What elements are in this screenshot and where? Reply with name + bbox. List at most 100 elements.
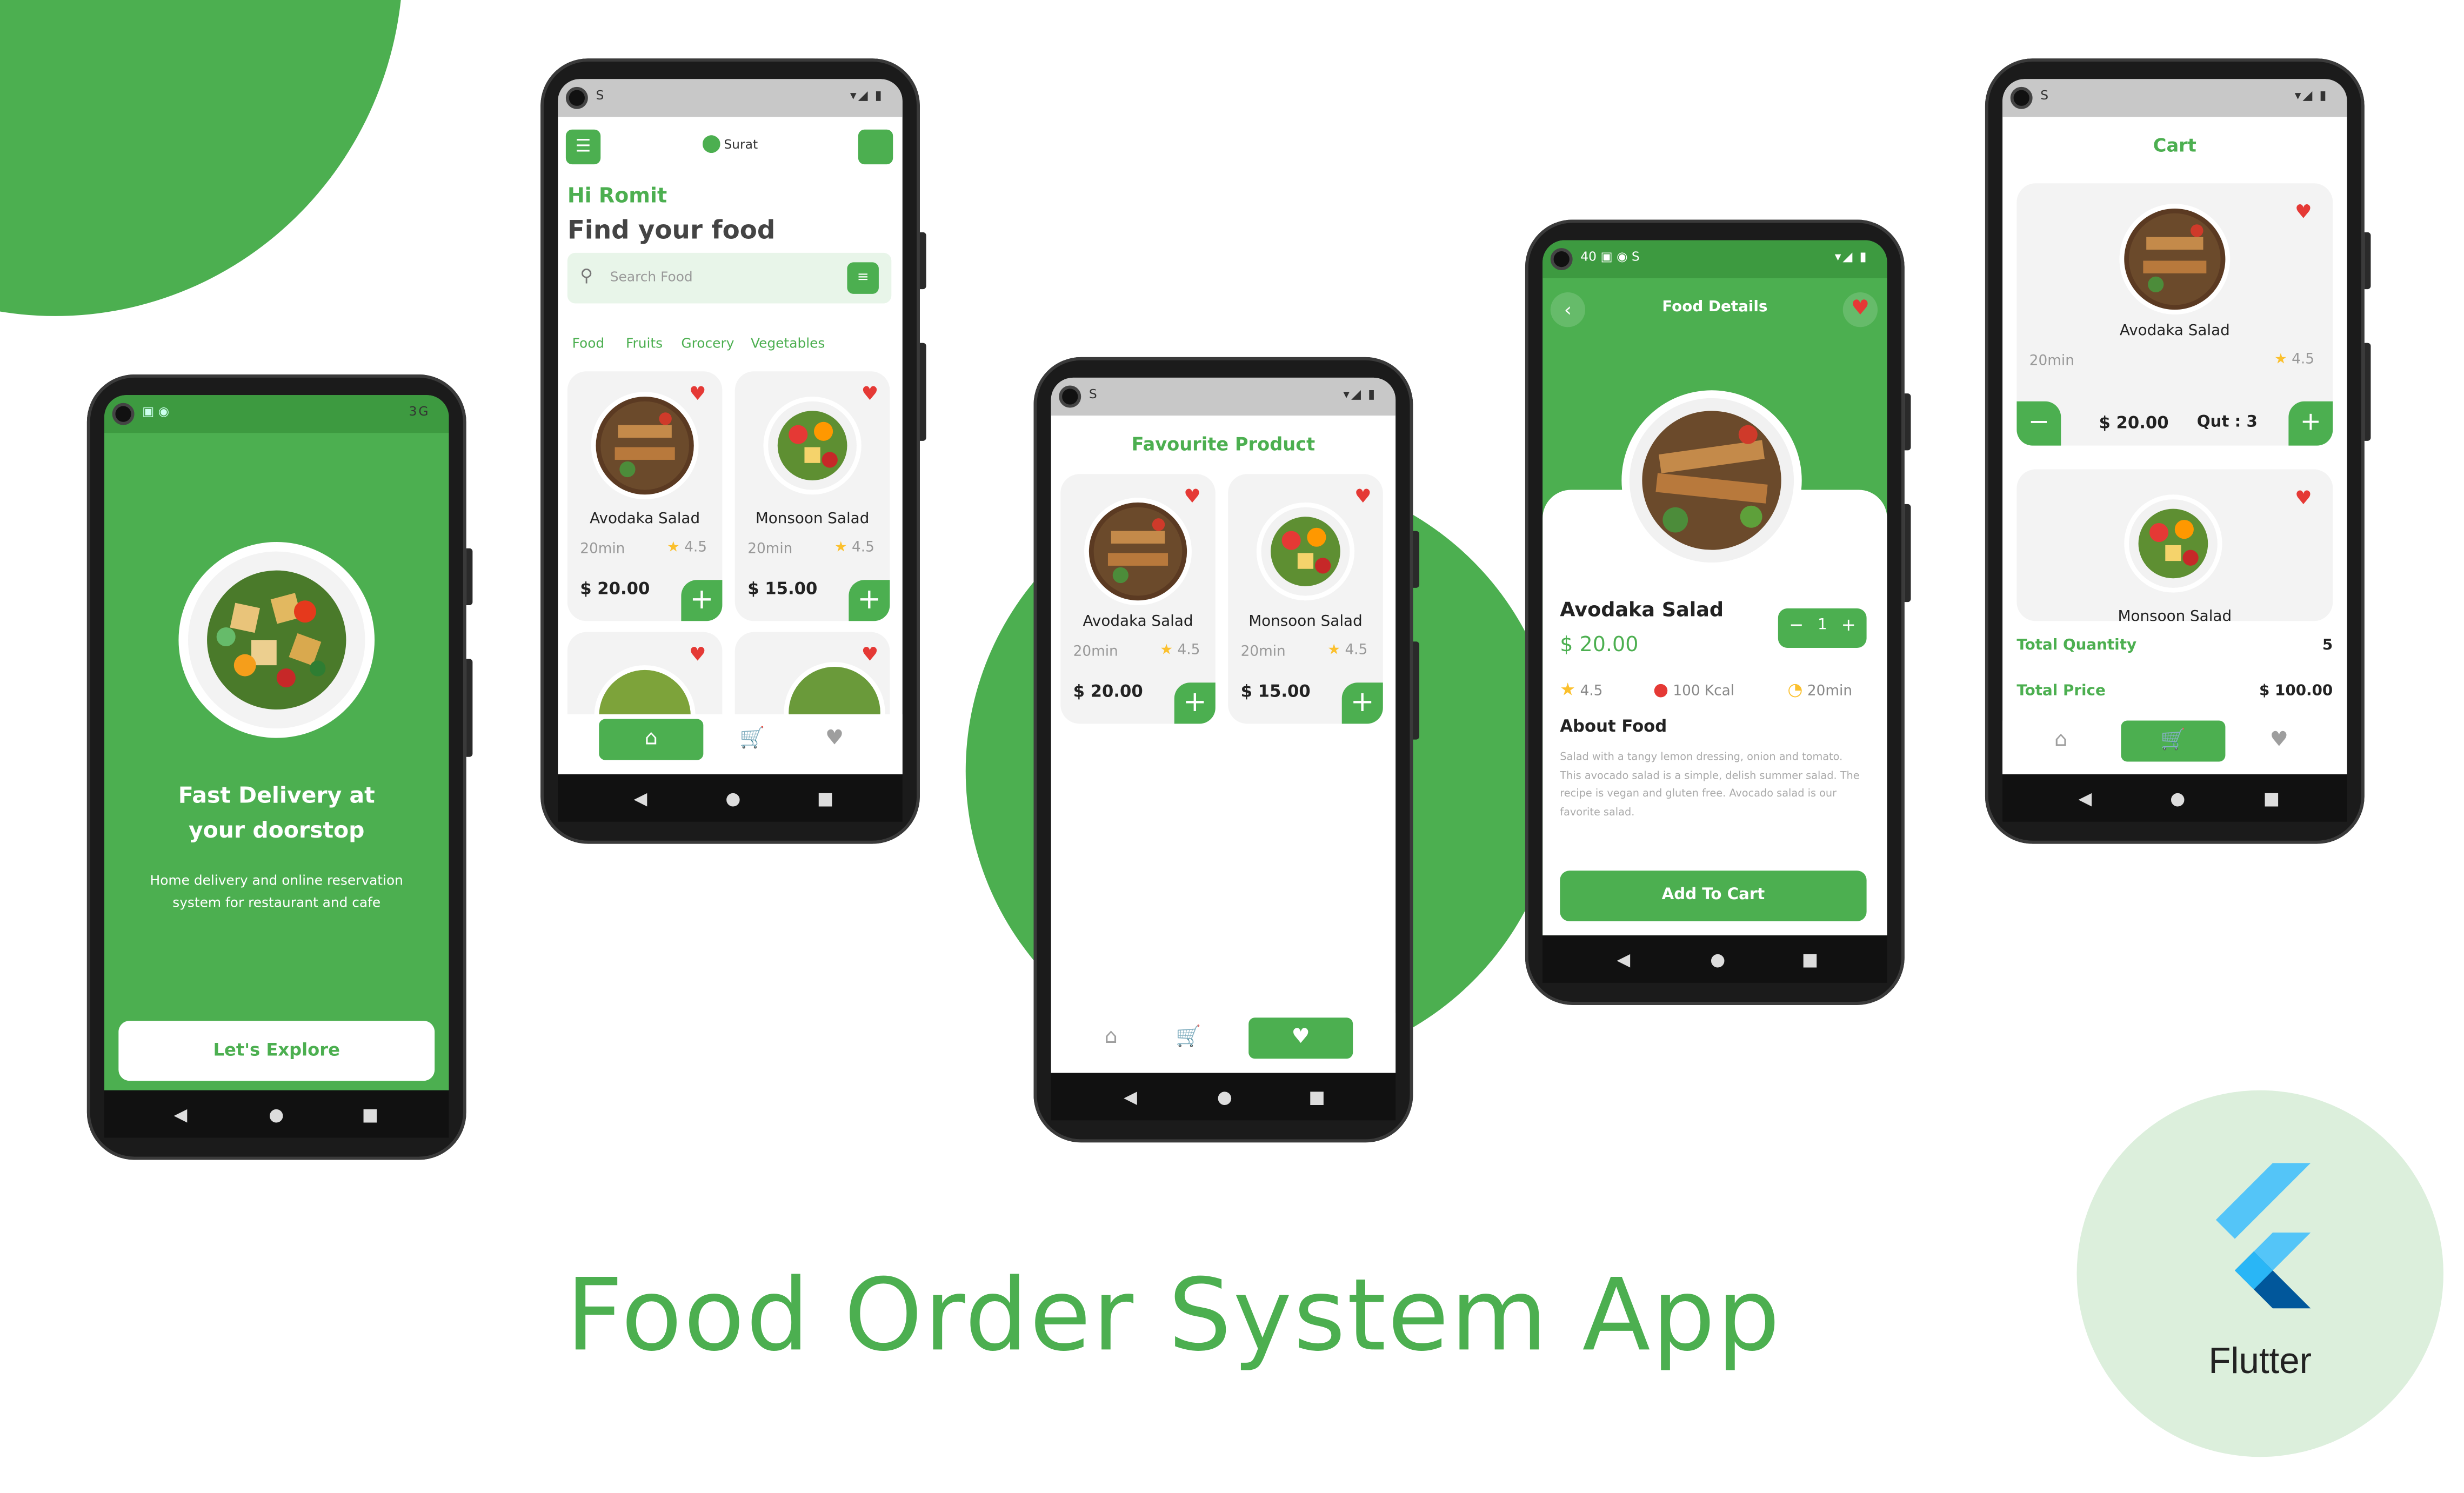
search-bar[interactable]: ⚲ Search Food ≡ bbox=[567, 252, 892, 304]
nav-tab-favourite-icon[interactable]: ♥ bbox=[811, 719, 858, 760]
category-tab-vegetables[interactable]: Vegetables bbox=[751, 337, 825, 352]
nav-tab-favourite-icon[interactable]: ♥ bbox=[1248, 1017, 1353, 1059]
food-image bbox=[2124, 209, 2226, 310]
nav-recent-icon[interactable]: ■ bbox=[2263, 788, 2280, 809]
food-image bbox=[1089, 502, 1187, 601]
food-time: 20min bbox=[1073, 645, 1118, 661]
nav-tab-cart-icon[interactable]: 🛒 bbox=[2121, 720, 2226, 762]
nav-home-icon[interactable]: ● bbox=[725, 788, 740, 809]
nav-back-icon[interactable]: ◀ bbox=[174, 1104, 188, 1125]
quantity-stepper[interactable]: − 1 + bbox=[1778, 608, 1867, 648]
food-rating: ★ 4.5 bbox=[1160, 643, 1200, 659]
flutter-logo-icon bbox=[2215, 1163, 2311, 1309]
favourite-heart-icon[interactable]: ♥ bbox=[1184, 487, 1200, 506]
increase-qty-button[interactable]: + bbox=[1841, 615, 1856, 635]
favourite-heart-icon[interactable]: ♥ bbox=[1354, 487, 1371, 506]
favourite-heart-icon[interactable]: ♥ bbox=[862, 645, 878, 664]
total-price-value: $ 100.00 bbox=[2259, 682, 2333, 700]
details-favourite-button[interactable]: ♥ bbox=[1842, 292, 1878, 327]
nav-tab-home-icon[interactable]: ⌂ bbox=[2037, 720, 2085, 761]
cart-item-name: Monsoon Salad bbox=[2118, 608, 2232, 621]
add-to-cart-button[interactable]: Add To Cart bbox=[1560, 871, 1867, 921]
food-image bbox=[763, 396, 862, 495]
food-card[interactable]: ♥ Monsoon Salad 20min ★ 4.5 $ 15.00 + bbox=[734, 371, 890, 621]
nav-home-icon[interactable]: ● bbox=[2170, 788, 2185, 809]
splash-sub-line1: Home delivery and online reservation bbox=[150, 874, 403, 890]
star-icon: ★ bbox=[1327, 643, 1341, 659]
cart-item-card[interactable]: ♥ Monsoon Salad bbox=[2016, 469, 2333, 621]
total-quantity-value: 5 bbox=[2322, 637, 2333, 654]
star-icon: ★ bbox=[1160, 643, 1173, 659]
bottom-nav: ⌂ 🛒 ♥ bbox=[1051, 1013, 1396, 1073]
lets-explore-button[interactable]: Let's Explore bbox=[118, 1021, 435, 1081]
search-input[interactable]: Search Food bbox=[610, 270, 693, 286]
add-to-cart-plus-button[interactable]: + bbox=[1174, 682, 1216, 724]
nav-recent-icon[interactable]: ■ bbox=[1308, 1087, 1325, 1108]
greeting: Hi Romit bbox=[567, 185, 667, 209]
favourite-heart-icon[interactable]: ♥ bbox=[689, 645, 706, 664]
nav-tab-cart-icon[interactable]: 🛒 bbox=[1165, 1017, 1212, 1059]
add-to-cart-plus-button[interactable]: + bbox=[849, 580, 890, 621]
about-food-heading: About Food bbox=[1560, 717, 1667, 737]
nav-home-icon[interactable]: ● bbox=[1710, 950, 1725, 970]
top-left-green-circle bbox=[0, 0, 403, 316]
food-time: 20min bbox=[747, 542, 793, 558]
nav-back-icon[interactable]: ◀ bbox=[634, 788, 647, 809]
cart-item-time: 20min bbox=[2029, 354, 2074, 370]
favourite-screen: S ▾◢ ▮ Favourite Product ♥ Avodaka Salad … bbox=[1051, 377, 1396, 1073]
food-rating: ★ 4.5 bbox=[667, 540, 707, 557]
nav-tab-home-icon[interactable]: ⌂ bbox=[1087, 1017, 1135, 1059]
cart-increase-button[interactable]: + bbox=[2288, 401, 2333, 446]
splash-screen: ▣ ◉ 3G Fast Delivery at your doorstop Ho… bbox=[104, 395, 449, 1090]
food-rating: ★ 4.5 bbox=[1327, 643, 1368, 659]
food-rating: ★ 4.5 bbox=[834, 540, 874, 557]
nav-back-icon[interactable]: ◀ bbox=[1617, 950, 1631, 970]
flutter-label: Flutter bbox=[2208, 1340, 2312, 1381]
favourite-card[interactable]: ♥ Monsoon Salad 20min ★ 4.5 $ 15.00 + bbox=[1228, 474, 1383, 724]
phone-details: 40 ▣ ◉ S ▾◢ ▮ ‹ Food Details ♥ Avodaka S… bbox=[1525, 219, 1911, 1005]
nav-tab-home-icon[interactable]: ⌂ bbox=[599, 719, 704, 760]
food-name: Monsoon Salad bbox=[1248, 613, 1363, 631]
nav-back-icon[interactable]: ◀ bbox=[1124, 1087, 1137, 1108]
location-label[interactable]: Surat bbox=[724, 137, 758, 151]
category-tab-grocery[interactable]: Grocery bbox=[681, 337, 734, 352]
favourite-heart-icon[interactable]: ♥ bbox=[2295, 202, 2312, 221]
nav-tab-cart-icon[interactable]: 🛒 bbox=[729, 719, 776, 760]
nav-recent-icon[interactable]: ■ bbox=[817, 788, 833, 809]
details-title: Food Details bbox=[1662, 298, 1768, 316]
cart-item-card[interactable]: ♥ Avodaka Salad 20min ★ 4.5 − $ 20.00 Qu… bbox=[2016, 183, 2333, 446]
add-to-cart-plus-button[interactable]: + bbox=[1341, 682, 1383, 724]
nav-back-icon[interactable]: ◀ bbox=[2078, 788, 2092, 809]
cart-decrease-button[interactable]: − bbox=[2016, 401, 2061, 446]
flutter-badge: Flutter bbox=[2076, 1090, 2443, 1457]
nav-home-icon[interactable]: ● bbox=[269, 1104, 284, 1125]
favourite-heart-icon[interactable]: ♥ bbox=[862, 384, 878, 403]
details-food-image bbox=[1621, 390, 1802, 571]
nav-recent-icon[interactable]: ■ bbox=[362, 1104, 378, 1125]
food-price: $ 20.00 bbox=[1073, 682, 1143, 702]
profile-button[interactable] bbox=[858, 129, 893, 165]
decrease-qty-button[interactable]: − bbox=[1789, 615, 1804, 635]
favourite-card[interactable]: ♥ Avodaka Salad 20min ★ 4.5 $ 20.00 + bbox=[1060, 474, 1216, 724]
cart-item-name: Avodaka Salad bbox=[2119, 322, 2230, 340]
favourite-heart-icon[interactable]: ♥ bbox=[689, 384, 706, 403]
nav-home-icon[interactable]: ● bbox=[1217, 1087, 1232, 1108]
cart-title: Cart bbox=[2153, 134, 2196, 157]
favourite-heart-icon[interactable]: ♥ bbox=[2295, 488, 2312, 507]
bottom-nav: ⌂ 🛒 ♥ bbox=[2002, 720, 2347, 774]
food-image bbox=[596, 396, 694, 495]
add-to-cart-plus-button[interactable]: + bbox=[681, 580, 723, 621]
food-price: $ 15.00 bbox=[747, 580, 818, 599]
food-card[interactable]: ♥ Avodaka Salad 20min ★ 4.5 $ 20.00 + bbox=[567, 371, 723, 621]
category-tab-fruits[interactable]: Fruits bbox=[626, 337, 663, 352]
nav-tab-favourite-icon[interactable]: ♥ bbox=[2255, 720, 2303, 761]
food-name: Avodaka Salad bbox=[1083, 613, 1193, 631]
nav-recent-icon[interactable]: ■ bbox=[1802, 950, 1818, 970]
cart-item-qty: Qut : 3 bbox=[2196, 414, 2258, 432]
filter-button[interactable]: ≡ bbox=[847, 262, 879, 294]
qty-value: 1 bbox=[1817, 616, 1827, 634]
menu-button[interactable]: ☰ bbox=[565, 129, 601, 165]
splash-heading-line2: your doorstop bbox=[188, 818, 365, 844]
category-tab-food[interactable]: Food bbox=[572, 337, 605, 352]
details-screen: 40 ▣ ◉ S ▾◢ ▮ ‹ Food Details ♥ Avodaka S… bbox=[1542, 240, 1887, 936]
